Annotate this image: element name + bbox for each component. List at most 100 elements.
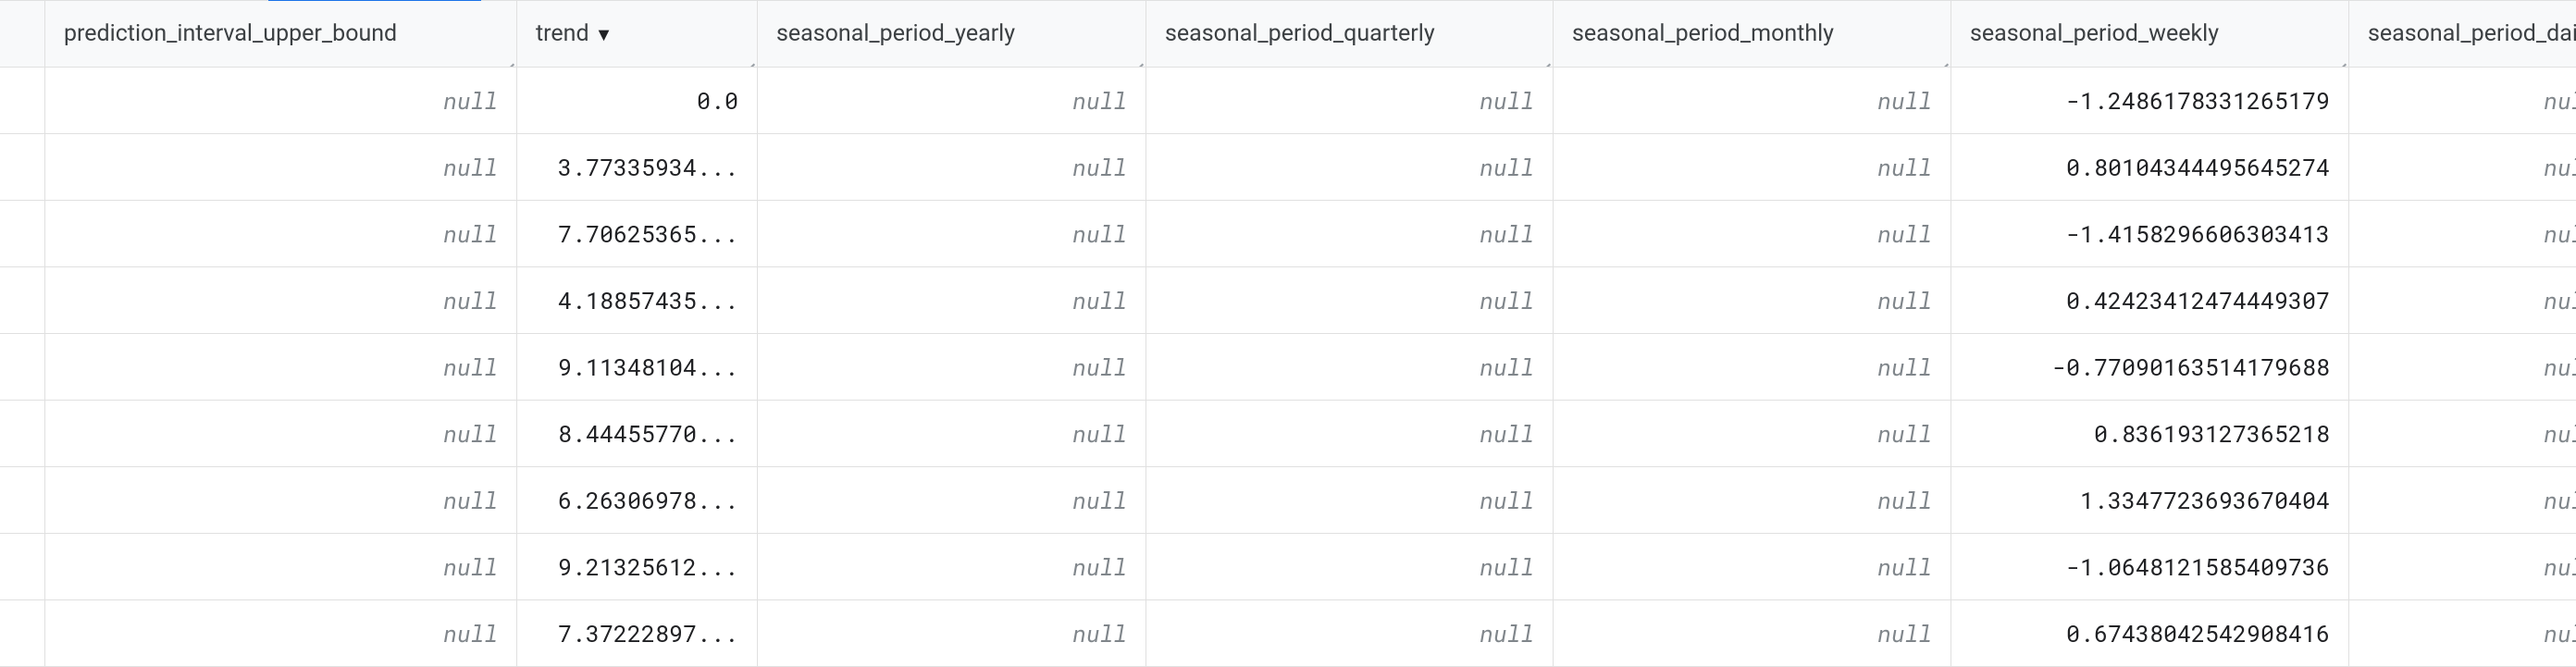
cell-leftedge <box>0 401 45 467</box>
cell-seasonal-period-quarterly[interactable]: null <box>1146 334 1554 401</box>
column-label: seasonal_period_weekly <box>1970 20 2219 47</box>
table-row[interactable]: null4.18857435...nullnullnull0.424234124… <box>0 267 2576 334</box>
cell-leftedge <box>0 534 45 600</box>
cell-trend[interactable]: 6.26306978... <box>517 467 758 534</box>
cell-seasonal-period-quarterly[interactable]: null <box>1146 401 1554 467</box>
cell-seasonal-period-quarterly[interactable]: null <box>1146 134 1554 201</box>
cell-seasonal-period-weekly[interactable]: 0.836193127365218 <box>1951 401 2349 467</box>
resize-handle-icon[interactable] <box>740 50 757 67</box>
data-table: prediction_interval_upper_bound trend ▼ … <box>0 0 2576 667</box>
cell-trend[interactable]: 3.77335934... <box>517 134 758 201</box>
cell-seasonal-period-yearly[interactable]: null <box>758 334 1146 401</box>
cell-prediction-interval-upper-bound[interactable]: null <box>45 600 517 667</box>
cell-trend[interactable]: 9.21325612... <box>517 534 758 600</box>
cell-seasonal-period-yearly[interactable]: null <box>758 201 1146 267</box>
cell-seasonal-period-quarterly[interactable]: null <box>1146 534 1554 600</box>
table-row[interactable]: null6.26306978...nullnullnull1.334772369… <box>0 467 2576 534</box>
column-label: trend <box>536 20 589 47</box>
header-row: prediction_interval_upper_bound trend ▼ … <box>0 1 2576 68</box>
resize-handle-icon[interactable] <box>2332 50 2348 67</box>
cell-seasonal-period-yearly[interactable]: null <box>758 134 1146 201</box>
cell-seasonal-period-yearly[interactable]: null <box>758 600 1146 667</box>
table-row[interactable]: null3.77335934...nullnullnull0.801043444… <box>0 134 2576 201</box>
cell-seasonal-period-daily[interactable]: null <box>2349 267 2576 334</box>
column-label: seasonal_period_daily <box>2368 20 2576 47</box>
table-row[interactable]: null7.37222897...nullnullnull0.674380425… <box>0 600 2576 667</box>
table-row[interactable]: null8.44455770...nullnullnull0.836193127… <box>0 401 2576 467</box>
column-label: seasonal_period_monthly <box>1572 20 1834 47</box>
cell-seasonal-period-monthly[interactable]: null <box>1554 534 1951 600</box>
cell-seasonal-period-daily[interactable]: null <box>2349 467 2576 534</box>
cell-seasonal-period-daily[interactable]: null <box>2349 134 2576 201</box>
resize-handle-icon[interactable] <box>1536 50 1553 67</box>
cell-trend[interactable]: 9.11348104... <box>517 334 758 401</box>
column-label: seasonal_period_quarterly <box>1165 20 1435 47</box>
column-header-seasonal-period-monthly[interactable]: seasonal_period_monthly <box>1554 1 1951 68</box>
cell-seasonal-period-quarterly[interactable]: null <box>1146 201 1554 267</box>
cell-seasonal-period-daily[interactable]: null <box>2349 201 2576 267</box>
cell-trend[interactable]: 7.70625365... <box>517 201 758 267</box>
table-row[interactable]: null9.11348104...nullnullnull-0.77090163… <box>0 334 2576 401</box>
cell-seasonal-period-daily[interactable]: null <box>2349 534 2576 600</box>
cell-seasonal-period-weekly[interactable]: 0.80104344495645274 <box>1951 134 2349 201</box>
cell-seasonal-period-monthly[interactable]: null <box>1554 134 1951 201</box>
cell-seasonal-period-quarterly[interactable]: null <box>1146 267 1554 334</box>
cell-prediction-interval-upper-bound[interactable]: null <box>45 68 517 134</box>
cell-seasonal-period-monthly[interactable]: null <box>1554 201 1951 267</box>
cell-seasonal-period-yearly[interactable]: null <box>758 68 1146 134</box>
cell-seasonal-period-monthly[interactable]: null <box>1554 401 1951 467</box>
table-row[interactable]: null0.0nullnullnull-1.2486178331265179nu… <box>0 68 2576 134</box>
cell-seasonal-period-weekly[interactable]: 0.67438042542908416 <box>1951 600 2349 667</box>
table-row[interactable]: null9.21325612...nullnullnull-1.06481215… <box>0 534 2576 600</box>
cell-seasonal-period-monthly[interactable]: null <box>1554 334 1951 401</box>
cell-seasonal-period-daily[interactable]: null <box>2349 334 2576 401</box>
cell-seasonal-period-weekly[interactable]: 0.42423412474449307 <box>1951 267 2349 334</box>
cell-prediction-interval-upper-bound[interactable]: null <box>45 201 517 267</box>
cell-seasonal-period-yearly[interactable]: null <box>758 534 1146 600</box>
cell-seasonal-period-weekly[interactable]: -1.0648121585409736 <box>1951 534 2349 600</box>
cell-prediction-interval-upper-bound[interactable]: null <box>45 401 517 467</box>
resize-handle-icon[interactable] <box>1129 50 1146 67</box>
cell-prediction-interval-upper-bound[interactable]: null <box>45 267 517 334</box>
sort-descending-icon[interactable]: ▼ <box>595 25 613 43</box>
cell-seasonal-period-quarterly[interactable]: null <box>1146 467 1554 534</box>
cell-seasonal-period-monthly[interactable]: null <box>1554 600 1951 667</box>
cell-leftedge <box>0 600 45 667</box>
cell-seasonal-period-weekly[interactable]: -0.77090163514179688 <box>1951 334 2349 401</box>
cell-seasonal-period-yearly[interactable]: null <box>758 467 1146 534</box>
cell-trend[interactable]: 0.0 <box>517 68 758 134</box>
column-header-trend[interactable]: trend ▼ <box>517 1 758 68</box>
cell-trend[interactable]: 4.18857435... <box>517 267 758 334</box>
cell-seasonal-period-quarterly[interactable]: null <box>1146 600 1554 667</box>
cell-seasonal-period-daily[interactable]: null <box>2349 68 2576 134</box>
column-header-seasonal-period-yearly[interactable]: seasonal_period_yearly <box>758 1 1146 68</box>
cell-seasonal-period-weekly[interactable]: 1.3347723693670404 <box>1951 467 2349 534</box>
cell-seasonal-period-weekly[interactable]: -1.2486178331265179 <box>1951 68 2349 134</box>
cell-leftedge <box>0 134 45 201</box>
column-header-seasonal-period-quarterly[interactable]: seasonal_period_quarterly <box>1146 1 1554 68</box>
cell-seasonal-period-monthly[interactable]: null <box>1554 267 1951 334</box>
cell-prediction-interval-upper-bound[interactable]: null <box>45 334 517 401</box>
column-header-prediction-interval-upper-bound[interactable]: prediction_interval_upper_bound <box>45 1 517 68</box>
cell-seasonal-period-daily[interactable]: null <box>2349 401 2576 467</box>
table-row[interactable]: null7.70625365...nullnullnull-1.41582966… <box>0 201 2576 267</box>
cell-seasonal-period-yearly[interactable]: null <box>758 267 1146 334</box>
resize-handle-icon[interactable] <box>500 50 516 67</box>
cell-seasonal-period-quarterly[interactable]: null <box>1146 68 1554 134</box>
cell-seasonal-period-weekly[interactable]: -1.4158296606303413 <box>1951 201 2349 267</box>
cell-seasonal-period-daily[interactable]: null <box>2349 600 2576 667</box>
column-header-seasonal-period-weekly[interactable]: seasonal_period_weekly <box>1951 1 2349 68</box>
cell-trend[interactable]: 7.37222897... <box>517 600 758 667</box>
column-label: seasonal_period_yearly <box>776 20 1015 47</box>
resize-handle-icon[interactable] <box>1934 50 1951 67</box>
column-header-seasonal-period-daily[interactable]: seasonal_period_daily <box>2349 1 2576 68</box>
cell-seasonal-period-monthly[interactable]: null <box>1554 467 1951 534</box>
column-header-leftedge <box>0 1 45 68</box>
cell-prediction-interval-upper-bound[interactable]: null <box>45 534 517 600</box>
cell-trend[interactable]: 8.44455770... <box>517 401 758 467</box>
cell-prediction-interval-upper-bound[interactable]: null <box>45 467 517 534</box>
cell-leftedge <box>0 68 45 134</box>
cell-seasonal-period-monthly[interactable]: null <box>1554 68 1951 134</box>
cell-seasonal-period-yearly[interactable]: null <box>758 401 1146 467</box>
cell-prediction-interval-upper-bound[interactable]: null <box>45 134 517 201</box>
